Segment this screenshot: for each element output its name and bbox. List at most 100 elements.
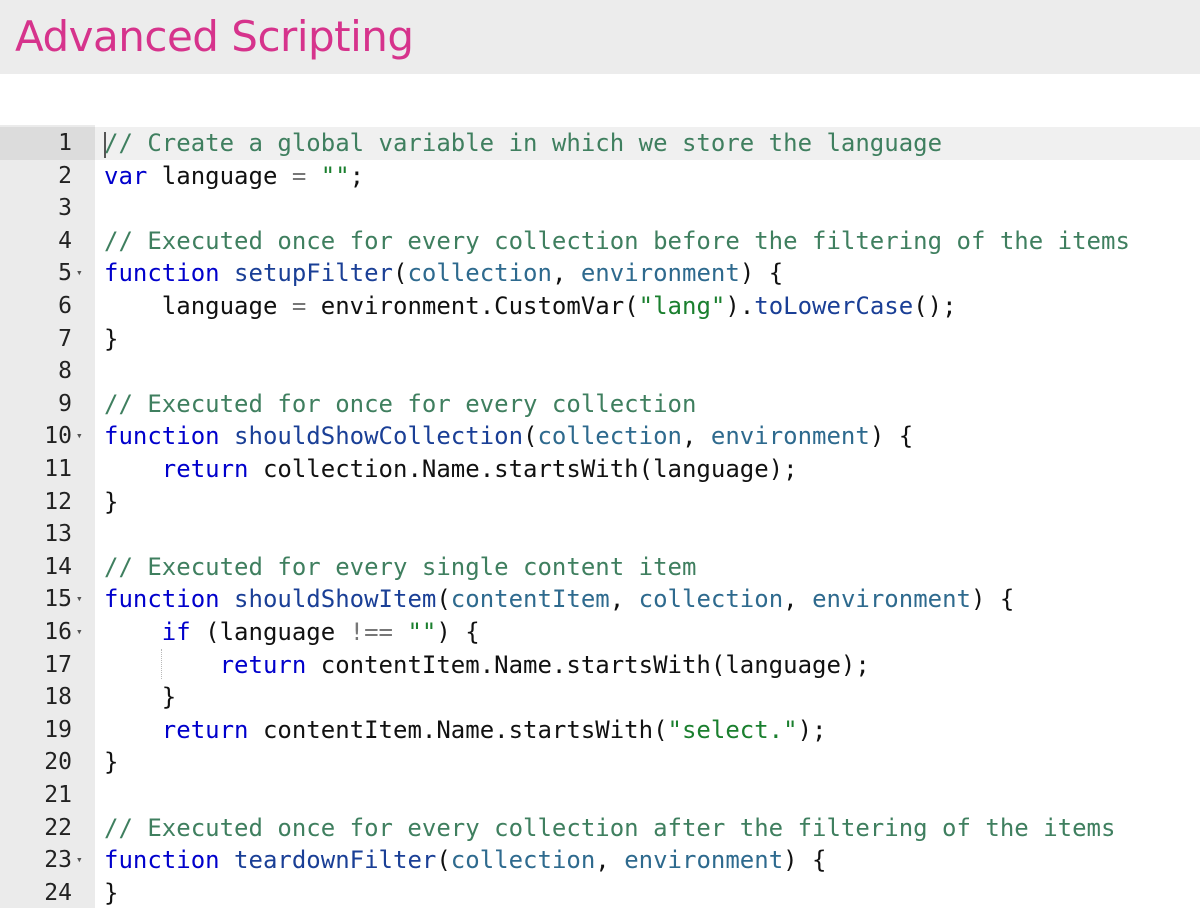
code-text: language = environment.CustomVar("lang")… [104,290,957,323]
code-text: // Executed once for every collection af… [104,812,1115,845]
code-token: shouldShowCollection [234,422,524,451]
code-text: } [104,877,118,908]
code-text: // Executed for once for every collectio… [104,388,696,421]
code-token: ( [523,422,538,451]
code-token: ( [393,259,408,288]
line-number: 4 [58,227,72,254]
line-number: 14 [44,553,72,580]
code-line[interactable]: 14 // Executed for every single content i… [0,551,1200,584]
code-line[interactable]: 22 // Executed once for every collection … [0,812,1200,845]
code-text: var language = ""; [104,160,364,193]
code-token: , [595,846,625,875]
code-text: // Create a global variable in which we … [104,127,942,160]
code-token: toLowerCase [754,292,914,320]
code-line[interactable]: 11 return collection.Name.startsWith(lan… [0,453,1200,486]
fold-arrow-icon[interactable]: ▾ [76,257,83,290]
code-text: } [104,323,118,356]
line-number: 8 [58,358,72,385]
code-line[interactable]: 9 // Executed for once for every collecti… [0,388,1200,421]
code-token: ) { [783,846,827,875]
code-line[interactable]: 21 [0,779,1200,812]
line-number: 10 [44,423,72,450]
line-number: 16 [44,619,72,645]
code-text: if (language !== "") { [104,616,480,649]
code-line[interactable]: 10 ▾ function shouldShowCollection(collect… [0,420,1200,453]
code-token: ) { [436,618,480,646]
code-token: function [104,259,220,288]
code-line[interactable]: 18 } [0,681,1200,714]
code-line[interactable]: 24} [0,877,1200,908]
code-token: function [104,846,220,875]
fold-arrow-icon[interactable]: ▾ [76,844,83,877]
line-number: 17 [44,651,72,678]
line-number: 18 [44,684,72,711]
code-line[interactable]: 19 return contentItem.Name.startsWith("s… [0,714,1200,747]
code-token: , [551,259,581,288]
code-line[interactable]: 3 [0,192,1200,225]
line-number: 22 [44,814,72,841]
code-text: function setupFilter(collection, environ… [104,257,783,290]
line-number: 5 [58,260,72,287]
code-line[interactable]: 12} [0,486,1200,519]
code-token: // Executed once for every collection af… [104,813,1116,842]
code-token: ) { [971,585,1015,614]
code-line[interactable]: 1 // Create a global variable in which we… [0,127,1200,160]
line-number: 20 [44,749,72,776]
code-token: // Executed once for every collection be… [104,226,1130,255]
code-line[interactable]: 7} [0,323,1200,356]
code-token: ). [725,292,755,320]
code-token: = [291,161,307,190]
code-line[interactable]: 13 [0,518,1200,551]
code-token: ) { [739,259,784,288]
code-line[interactable]: 20} [0,746,1200,779]
code-token: setupFilter [234,259,393,288]
code-line[interactable]: 8 [0,355,1200,388]
code-token: } [104,487,119,516]
code-token: return [161,455,249,483]
code-line[interactable]: 23 ▾ function teardownFilter(collection, e… [0,844,1200,877]
code-line[interactable]: 17 return contentItem.Name.startsWith(la… [0,648,1200,682]
fold-arrow-icon[interactable]: ▾ [76,583,83,616]
code-text: return collection.Name.startsWith(langua… [104,453,798,486]
fold-arrow-icon[interactable]: ▾ [76,616,83,649]
code-token: ( [436,846,451,875]
code-text: function teardownFilter(collection, envi… [104,844,827,877]
code-token: language [147,161,292,190]
line-number: 9 [58,390,72,417]
line-number: 21 [44,782,72,808]
code-token: function [104,585,220,614]
code-token: shouldShowItem [234,585,437,614]
line-number: 6 [58,293,72,319]
code-token: return [219,650,307,679]
code-token: } [104,748,119,777]
code-token: ; [349,161,365,190]
code-token: "lang" [638,292,726,320]
code-token: "" [407,618,437,646]
code-line[interactable]: 5 ▾ function setupFilter(collection, envir… [0,257,1200,290]
code-token: contentItem.Name.startsWith(language); [306,650,870,679]
code-line[interactable]: 15 ▾ function shouldShowItem(contentItem, … [0,583,1200,616]
line-number: 23 [44,847,72,874]
code-line[interactable]: 4 // Executed once for every collection b… [0,225,1200,258]
code-token: !== [349,618,394,646]
code-text: return contentItem.Name.startsWith("sele… [104,714,827,747]
line-number: 1 [58,130,72,156]
code-text: // Executed once for every collection be… [104,225,1130,258]
code-token: } [104,324,119,353]
code-line[interactable]: 2 var language = ""; [0,160,1200,193]
code-line[interactable]: 16 ▾ if (language !== "") { [0,616,1200,649]
code-line[interactable]: 6 language = environment.CustomVar("lang… [0,290,1200,323]
code-text: // Executed for every single content ite… [104,551,696,584]
code-editor[interactable]: 1 // Create a global variable in which we… [0,125,1200,908]
code-token: } [104,683,177,712]
fold-arrow-icon[interactable]: ▾ [76,420,83,453]
code-token: var [104,161,148,190]
page-title: Advanced Scripting [15,12,414,61]
